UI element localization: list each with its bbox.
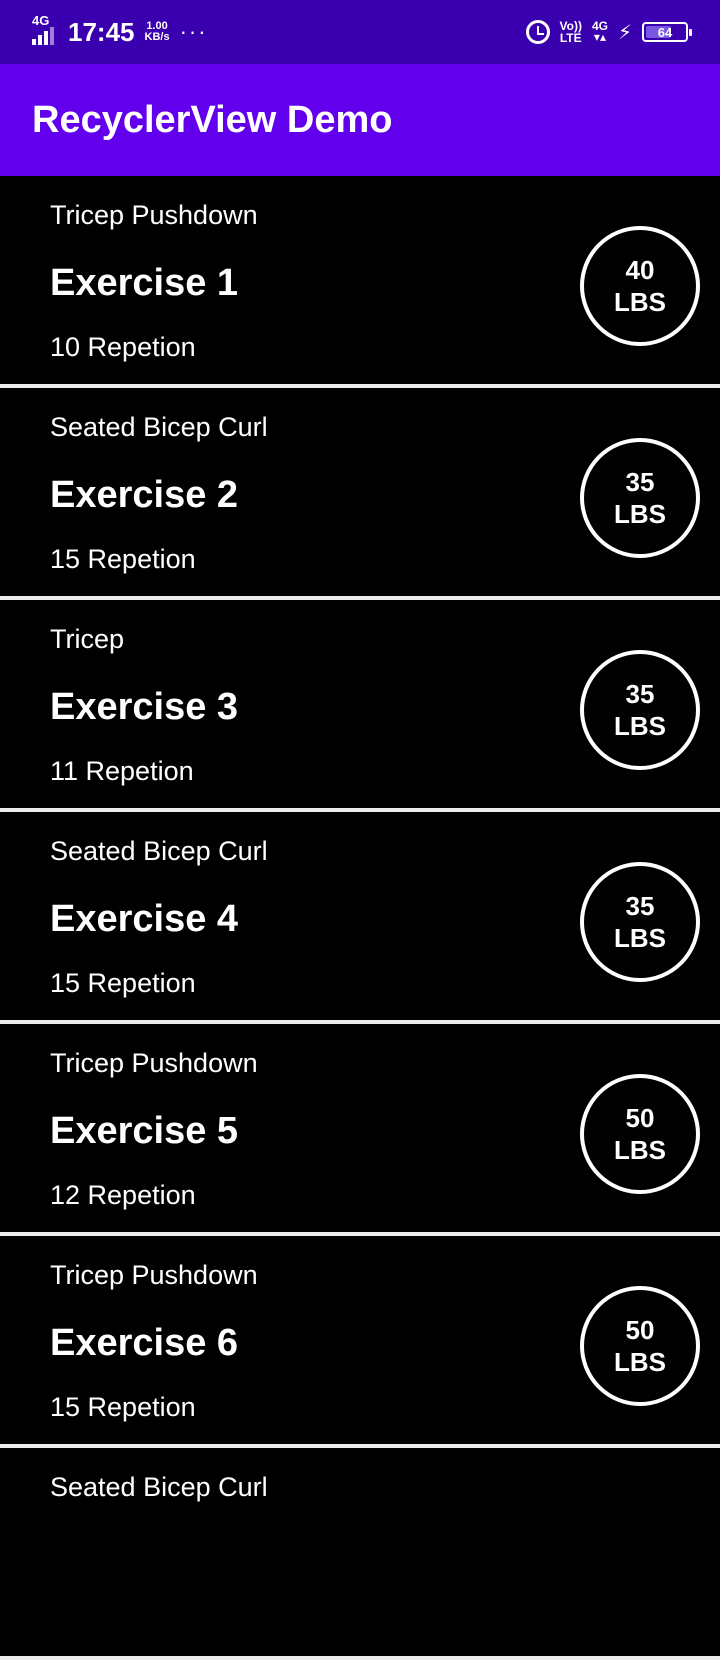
exercise-card-partial[interactable]: Seated Bicep Curl xyxy=(0,1448,720,1660)
battery-level: 64 xyxy=(657,24,673,40)
weight-unit: LBS xyxy=(614,1135,666,1165)
weight-unit: LBS xyxy=(614,923,666,953)
weight-value: 35 xyxy=(625,891,655,921)
exercise-reps: 15 Repetion xyxy=(50,968,196,998)
exercise-title: Exercise 1 xyxy=(50,262,239,304)
exercise-card[interactable]: Tricep Pushdown Exercise 6 15 Repetion 5… xyxy=(0,1236,720,1448)
exercise-card[interactable]: Tricep Pushdown Exercise 5 12 Repetion 5… xyxy=(0,1024,720,1236)
exercise-list[interactable]: Tricep Pushdown Exercise 1 10 Repetion 4… xyxy=(0,176,720,1660)
status-time: 17:45 xyxy=(68,16,135,47)
app-title: RecyclerView Demo xyxy=(32,98,393,141)
exercise-subtitle: Tricep Pushdown xyxy=(50,1048,258,1078)
exercise-subtitle: Tricep Pushdown xyxy=(50,200,258,230)
network-tag: 4G xyxy=(32,13,50,28)
weight-unit: LBS xyxy=(614,1347,666,1377)
network-4g-icon: 4G ▾▴ xyxy=(591,19,608,44)
exercise-subtitle: Tricep xyxy=(50,624,125,654)
battery-icon: 64 xyxy=(642,22,692,42)
app-bar: RecyclerView Demo xyxy=(0,64,720,176)
weight-badge: 35 LBS xyxy=(580,438,700,558)
exercise-card[interactable]: Seated Bicep Curl Exercise 2 15 Repetion… xyxy=(0,388,720,600)
weight-badge: 50 LBS xyxy=(580,1074,700,1194)
weight-unit: LBS xyxy=(614,499,666,529)
weight-unit: LBS xyxy=(614,287,666,317)
exercise-reps: 15 Repetion xyxy=(50,544,196,574)
status-bar-left: 4G 17:45 1.00 KB/s ··· xyxy=(32,13,208,48)
exercise-reps: 15 Repetion xyxy=(50,1392,196,1422)
weight-unit: LBS xyxy=(614,711,666,741)
exercise-card[interactable]: Tricep Pushdown Exercise 1 10 Repetion 4… xyxy=(0,176,720,388)
weight-value: 35 xyxy=(625,679,655,709)
exercise-subtitle: Tricep Pushdown xyxy=(50,1260,258,1290)
exercise-title: Exercise 6 xyxy=(50,1322,239,1364)
exercise-subtitle: Seated Bicep Curl xyxy=(50,836,268,866)
exercise-card[interactable]: Tricep Exercise 3 11 Repetion 35 LBS xyxy=(0,600,720,812)
exercise-title: Exercise 3 xyxy=(50,686,239,728)
exercise-title: Exercise 5 xyxy=(50,1110,239,1152)
exercise-subtitle: Seated Bicep Curl xyxy=(50,1472,268,1502)
network-speed: 1.00 KB/s xyxy=(145,21,170,43)
exercise-reps: 12 Repetion xyxy=(50,1180,196,1210)
exercise-card[interactable]: Seated Bicep Curl Exercise 4 15 Repetion… xyxy=(0,812,720,1024)
weight-badge: 40 LBS xyxy=(580,226,700,346)
weight-badge: 35 LBS xyxy=(580,862,700,982)
speed-unit: KB/s xyxy=(144,31,170,43)
signal-icon: 4G xyxy=(32,13,58,45)
charging-icon: ⚡ xyxy=(617,21,632,44)
alarm-icon xyxy=(525,20,550,44)
weight-value: 50 xyxy=(625,1103,655,1133)
weight-badge: 35 LBS xyxy=(580,650,700,770)
exercise-reps: 10 Repetion xyxy=(50,332,196,362)
weight-value: 40 xyxy=(625,255,655,285)
weight-badge: 50 LBS xyxy=(580,1286,700,1406)
exercise-title: Exercise 4 xyxy=(50,898,239,940)
weight-value: 50 xyxy=(625,1315,655,1345)
status-bar-right: Vo)) LTE 4G ▾▴ ⚡ 64 xyxy=(525,19,692,45)
volte-bottom: LTE xyxy=(559,31,582,45)
exercise-reps: 11 Repetion xyxy=(50,756,194,786)
more-notifications-icon: ··· xyxy=(179,19,208,44)
exercise-title: Exercise 2 xyxy=(50,474,239,516)
volte-icon: Vo)) LTE xyxy=(560,20,582,44)
status-bar: 4G 17:45 1.00 KB/s ··· Vo)) LTE 4G ▾▴ ⚡ 6… xyxy=(0,0,720,64)
weight-value: 35 xyxy=(625,467,655,497)
exercise-subtitle: Seated Bicep Curl xyxy=(50,412,268,442)
net-tag: 4G xyxy=(591,19,608,33)
